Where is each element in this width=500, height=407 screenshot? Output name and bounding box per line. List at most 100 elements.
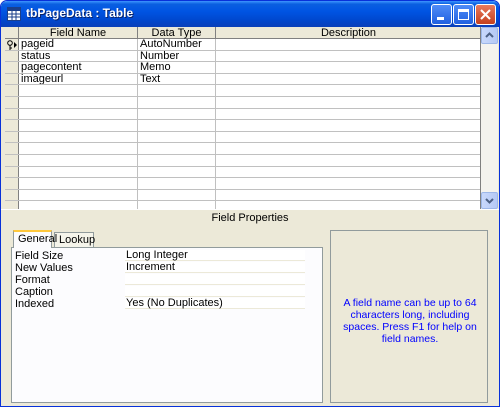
description-cell[interactable] — [216, 155, 480, 166]
window-title: tbPageData : Table — [26, 6, 134, 20]
row-selector[interactable] — [5, 166, 19, 178]
field-name-cell[interactable] — [19, 155, 138, 166]
row-selector-header[interactable] — [5, 27, 19, 39]
data-type-cell[interactable] — [138, 201, 216, 209]
table-row[interactable] — [5, 166, 480, 179]
description-cell[interactable] — [216, 62, 480, 73]
data-type-cell[interactable] — [138, 120, 216, 131]
field-name-cell[interactable] — [19, 85, 138, 96]
field-name-cell[interactable] — [19, 189, 138, 201]
data-type-cell[interactable] — [138, 178, 216, 189]
row-selector[interactable] — [5, 120, 19, 131]
column-header-description[interactable]: Description — [216, 27, 480, 39]
table-icon[interactable] — [7, 7, 21, 21]
row-selector[interactable] — [5, 189, 19, 201]
data-type-cell[interactable]: Number — [138, 50, 216, 62]
description-cell[interactable] — [216, 190, 480, 201]
table-row[interactable]: pageid AutoNumber — [5, 39, 480, 51]
grid-header: Field Name Data Type Description — [5, 27, 480, 39]
field-name-cell[interactable] — [19, 108, 138, 120]
property-value-field[interactable]: Yes (No Duplicates) — [125, 298, 305, 309]
table-row[interactable] — [5, 131, 480, 144]
table-row[interactable] — [5, 97, 480, 109]
field-name-cell[interactable]: imageurl — [19, 73, 138, 85]
tab-general[interactable]: General — [13, 230, 57, 248]
row-selector[interactable] — [5, 155, 19, 166]
scroll-down-button[interactable] — [481, 192, 498, 209]
title-bar[interactable]: tbPageData : Table — [1, 1, 499, 27]
close-icon — [480, 9, 491, 20]
minimize-button[interactable] — [431, 4, 452, 25]
property-label: Format — [15, 274, 50, 286]
description-cell[interactable] — [216, 51, 480, 62]
data-type-cell[interactable] — [138, 166, 216, 178]
row-selector[interactable] — [5, 50, 19, 62]
table-row[interactable]: imageurl Text — [5, 73, 480, 86]
data-type-cell[interactable] — [138, 155, 216, 166]
property-value-field[interactable] — [125, 274, 305, 285]
data-type-cell[interactable] — [138, 131, 216, 143]
data-type-cell[interactable]: Memo — [138, 62, 216, 73]
table-row[interactable] — [5, 143, 480, 155]
maximize-button[interactable] — [453, 4, 474, 25]
data-type-cell[interactable] — [138, 143, 216, 154]
table-row[interactable]: status Number — [5, 50, 480, 63]
data-type-cell[interactable] — [138, 108, 216, 120]
row-selector[interactable] — [5, 178, 19, 189]
row-selector[interactable] — [5, 73, 19, 85]
property-value-field[interactable] — [125, 286, 305, 297]
description-cell[interactable] — [216, 97, 480, 108]
description-cell[interactable] — [216, 178, 480, 189]
data-type-cell[interactable] — [138, 85, 216, 96]
row-selector[interactable] — [5, 62, 19, 73]
close-button[interactable] — [475, 4, 496, 25]
description-cell[interactable] — [216, 167, 480, 178]
data-type-cell[interactable] — [138, 189, 216, 201]
row-selector[interactable] — [5, 39, 19, 50]
field-name-cell[interactable] — [19, 131, 138, 143]
description-cell[interactable] — [216, 109, 480, 120]
row-selector[interactable] — [5, 201, 19, 209]
property-value-field[interactable]: Long Integer — [125, 250, 305, 261]
table-row[interactable] — [5, 85, 480, 97]
column-header-data-type[interactable]: Data Type — [138, 27, 216, 39]
column-header-field-name[interactable]: Field Name — [19, 27, 138, 39]
table-row[interactable] — [5, 178, 480, 190]
data-type-cell[interactable] — [138, 97, 216, 108]
row-selector[interactable] — [5, 143, 19, 154]
field-grid: Field Name Data Type Description pageid A… — [5, 27, 481, 209]
description-cell[interactable] — [216, 132, 480, 143]
table-row[interactable] — [5, 189, 480, 202]
row-selector[interactable] — [5, 85, 19, 96]
field-name-cell[interactable] — [19, 97, 138, 108]
table-row[interactable]: pagecontent Memo — [5, 62, 480, 74]
scroll-up-button[interactable] — [481, 27, 498, 44]
table-row[interactable] — [5, 120, 480, 132]
field-name-cell[interactable] — [19, 178, 138, 189]
data-type-cell[interactable]: Text — [138, 73, 216, 85]
description-cell[interactable] — [216, 74, 480, 85]
field-name-cell[interactable]: status — [19, 50, 138, 62]
description-cell[interactable] — [216, 39, 480, 50]
field-name-cell[interactable] — [19, 143, 138, 154]
row-selector[interactable] — [5, 108, 19, 120]
field-name-cell[interactable] — [19, 166, 138, 178]
row-selector[interactable] — [5, 131, 19, 143]
property-value-field[interactable]: Increment — [125, 262, 305, 273]
field-name-cell[interactable] — [19, 120, 138, 131]
field-name-cell[interactable] — [19, 201, 138, 209]
property-label: Indexed — [15, 298, 55, 310]
tab-lookup[interactable]: Lookup — [54, 232, 95, 247]
description-cell[interactable] — [216, 120, 480, 131]
row-selector[interactable] — [5, 97, 19, 108]
table-row[interactable] — [5, 201, 480, 209]
grid-vertical-scrollbar[interactable] — [481, 27, 498, 209]
table-row[interactable] — [5, 155, 480, 167]
table-row[interactable] — [5, 108, 480, 121]
description-cell[interactable] — [216, 143, 480, 154]
data-type-cell[interactable]: AutoNumber — [138, 39, 216, 50]
field-name-cell[interactable]: pagecontent — [19, 62, 138, 73]
description-cell[interactable] — [216, 85, 480, 96]
field-name-cell[interactable]: pageid — [19, 39, 138, 50]
description-cell[interactable] — [216, 201, 480, 209]
